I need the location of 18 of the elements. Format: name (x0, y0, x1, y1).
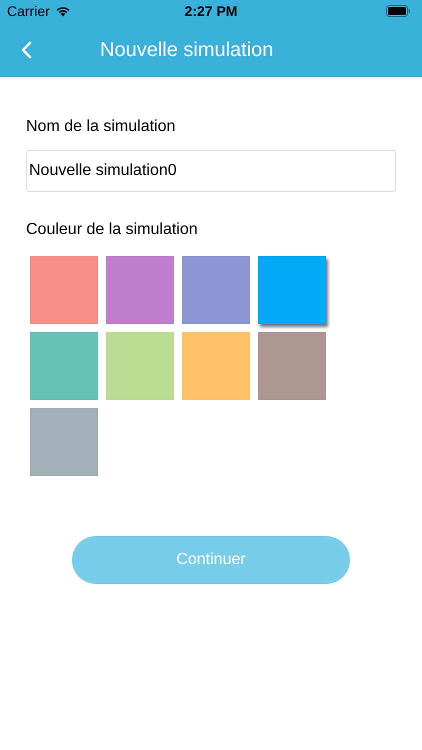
name-label: Nom de la simulation (26, 117, 176, 137)
battery-icon (386, 5, 410, 17)
color-swatch[interactable] (30, 332, 98, 400)
color-swatch[interactable] (30, 408, 98, 476)
color-swatch[interactable] (258, 332, 326, 400)
time-label: 2:27 PM (184, 2, 238, 20)
color-swatch[interactable] (106, 256, 174, 324)
color-swatch[interactable] (182, 256, 250, 324)
wifi-icon (54, 5, 71, 17)
carrier-label: Carrier (7, 2, 50, 20)
back-chevron-icon (20, 40, 32, 58)
color-swatch[interactable] (258, 256, 326, 324)
color-swatch[interactable] (182, 332, 250, 400)
color-swatch[interactable] (30, 256, 98, 324)
name-input-field[interactable]: Nouvelle simulation0 (26, 150, 396, 192)
color-label: Couleur de la simulation (26, 220, 199, 240)
color-swatch[interactable] (106, 332, 174, 400)
screen-title: Nouvelle simulation (100, 38, 274, 62)
